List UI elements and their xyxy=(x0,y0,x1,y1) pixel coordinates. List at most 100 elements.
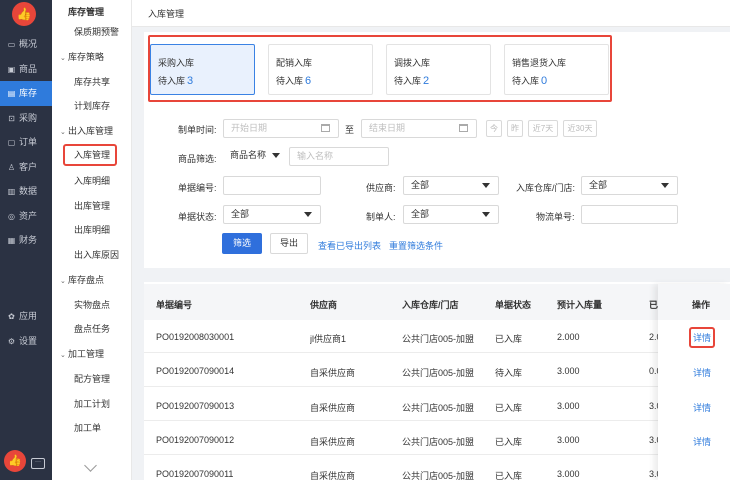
detail-link[interactable]: 详情 xyxy=(693,401,711,414)
maker-select[interactable]: 全部 xyxy=(403,205,499,224)
submenu-item-count-task[interactable]: 盘点任务 xyxy=(52,319,132,339)
detail-link[interactable]: 详情 xyxy=(693,366,711,379)
filter-button[interactable]: 筛选 xyxy=(222,233,262,254)
tab-name: 调拨入库 xyxy=(394,58,431,68)
tab-sales-return-inbound[interactable]: 销售退货入库 待入库 0 xyxy=(504,44,609,95)
nav-finance[interactable]: ▦ 财务 xyxy=(0,228,52,253)
submenu-item-inbound-mgmt[interactable]: 入库管理 xyxy=(63,144,117,166)
nav-inventory[interactable]: ▤ 库存 xyxy=(0,81,52,106)
rail-bottom-nav: ✿ 应用 ⚙ 设置 xyxy=(0,304,52,354)
submenu-item-inbound-detail[interactable]: 入库明细 xyxy=(52,171,132,191)
tab-name: 配销入库 xyxy=(276,58,313,68)
gear-icon: ⚙ xyxy=(7,337,16,346)
nav-purchase[interactable]: ⊡ 采购 xyxy=(0,106,52,131)
start-date-field[interactable]: 开始日期 xyxy=(223,119,339,138)
tab-pending: 待入库 6 xyxy=(276,74,311,87)
pending-count: 0 xyxy=(541,75,548,87)
nav-orders[interactable]: ▢ 订单 xyxy=(0,130,52,155)
quick-30days-button[interactable]: 近30天 xyxy=(563,120,597,137)
brand-logo-icon[interactable]: 👍 xyxy=(12,2,36,26)
nav-label: 客户 xyxy=(19,161,38,172)
logistics-input[interactable] xyxy=(581,205,678,224)
cell-expected-qty: 3.000 xyxy=(557,469,580,479)
submenu-item-outbound-detail[interactable]: 出库明细 xyxy=(52,220,132,240)
col-operations: 操作 xyxy=(692,300,711,310)
nav-customers[interactable]: ♙ 客户 xyxy=(0,155,52,180)
submenu-item-process-plan[interactable]: 加工计划 xyxy=(52,394,132,414)
nav-settings[interactable]: ⚙ 设置 xyxy=(0,329,52,354)
cell-store: 公共门店005-加盟 xyxy=(402,471,475,480)
chevron-down-icon[interactable] xyxy=(84,459,97,472)
tab-pending: 待入库 2 xyxy=(394,74,429,87)
export-button[interactable]: 导出 xyxy=(270,233,308,254)
nav-overview[interactable]: ▭ 概况 xyxy=(0,32,52,57)
caret-down-icon xyxy=(304,212,312,217)
nav-apps[interactable]: ✿ 应用 xyxy=(0,304,52,329)
cell-received-qty: 3.0 xyxy=(649,401,658,411)
submenu-sidebar: 库存管理 保质期预警 ⌄ 库存策略 库存共享 计划库存 ⌄ 出入库管理 入库管理 入… xyxy=(52,0,132,480)
submenu-group-strategy[interactable]: ⌄ 库存策略 xyxy=(52,47,132,67)
page-title: 入库管理 xyxy=(148,9,185,19)
quick-7days-button[interactable]: 近7天 xyxy=(528,120,558,137)
product-name-input[interactable]: 输入名称 xyxy=(289,147,389,166)
pending-label: 待入库 xyxy=(512,76,540,86)
product-mode-select[interactable]: 商品名称 xyxy=(223,147,284,166)
cell-expected-qty: 3.000 xyxy=(557,366,580,376)
tab-pending: 待入库 3 xyxy=(158,74,193,87)
cell-supplier: 自采供应商 xyxy=(310,368,356,378)
nav-products[interactable]: ▣ 商品 xyxy=(0,57,52,82)
cell-docno: PO0192008030001 xyxy=(156,332,235,342)
tab-transfer-inbound[interactable]: 调拨入库 待入库 2 xyxy=(386,44,491,95)
cell-status: 已入库 xyxy=(495,334,523,344)
group-label: 加工管理 xyxy=(68,349,105,359)
purchase-icon: ⊡ xyxy=(8,113,15,123)
pending-count: 6 xyxy=(305,75,312,87)
docno-label: 单据编号: xyxy=(178,183,217,193)
warehouse-label: 入库仓库/门店: xyxy=(516,183,576,193)
detail-link[interactable]: 详情 xyxy=(693,435,711,448)
nav-data[interactable]: ▥ 数据 xyxy=(0,179,52,204)
tab-distribution-inbound[interactable]: 配销入库 待入库 6 xyxy=(268,44,373,95)
cell-expected-qty: 3.000 xyxy=(557,401,580,411)
cell-store: 公共门店005-加盟 xyxy=(402,437,475,447)
chevron-down-icon: ⌄ xyxy=(60,129,66,136)
quick-today-button[interactable]: 今 xyxy=(486,120,502,137)
supplier-value: 全部 xyxy=(411,180,430,190)
submenu-item-stock-share[interactable]: 库存共享 xyxy=(52,72,132,92)
submenu-item-planned-stock[interactable]: 计划库存 xyxy=(52,96,132,116)
tab-purchase-inbound[interactable]: 采购入库 待入库 3 xyxy=(150,44,255,95)
avatar[interactable]: 👍 xyxy=(4,450,26,472)
cell-supplier: 自采供应商 xyxy=(310,471,356,480)
customers-icon: ♙ xyxy=(7,162,16,172)
pending-label: 待入库 xyxy=(158,76,186,86)
col-supplier: 供应商 xyxy=(310,300,338,310)
warehouse-select[interactable]: 全部 xyxy=(581,176,678,195)
quick-yesterday-button[interactable]: 昨 xyxy=(507,120,523,137)
operations-column: 操作 详情 详情 详情 详情 xyxy=(658,284,730,480)
docno-input[interactable] xyxy=(223,176,321,195)
submenu-item-recipe[interactable]: 配方管理 xyxy=(52,369,132,389)
cell-status: 待入库 xyxy=(495,368,523,378)
view-exports-link[interactable]: 查看已导出列表 xyxy=(318,239,381,252)
nav-assets[interactable]: ◎ 资产 xyxy=(0,204,52,229)
supplier-select[interactable]: 全部 xyxy=(403,176,499,195)
submenu-item-process-order[interactable]: 加工单 xyxy=(52,418,132,438)
end-date-field[interactable]: 结束日期 xyxy=(361,119,477,138)
assets-icon: ◎ xyxy=(8,211,15,221)
submenu-item-shelf-life[interactable]: 保质期预警 xyxy=(52,22,132,42)
nav-label: 设置 xyxy=(19,336,38,346)
submenu-group-stocktake[interactable]: ⌄ 库存盘点 xyxy=(52,270,132,290)
chat-icon[interactable]: ··· xyxy=(31,458,45,469)
detail-link[interactable]: 详情 xyxy=(689,327,716,348)
finance-icon: ▦ xyxy=(7,236,16,245)
status-select[interactable]: 全部 xyxy=(223,205,321,224)
submenu-group-inout[interactable]: ⌄ 出入库管理 xyxy=(52,121,132,141)
logistics-label: 物流单号: xyxy=(536,212,575,222)
submenu-item-outbound-mgmt[interactable]: 出库管理 xyxy=(52,196,132,216)
chevron-down-icon: ⌄ xyxy=(60,352,66,359)
submenu-item-physical-count[interactable]: 实物盘点 xyxy=(52,295,132,315)
reset-filters-link[interactable]: 重置筛选条件 xyxy=(389,239,443,252)
cell-status: 已入库 xyxy=(495,471,523,480)
submenu-item-inout-reason[interactable]: 出入库原因 xyxy=(52,245,132,265)
submenu-group-processing[interactable]: ⌄ 加工管理 xyxy=(52,344,132,364)
